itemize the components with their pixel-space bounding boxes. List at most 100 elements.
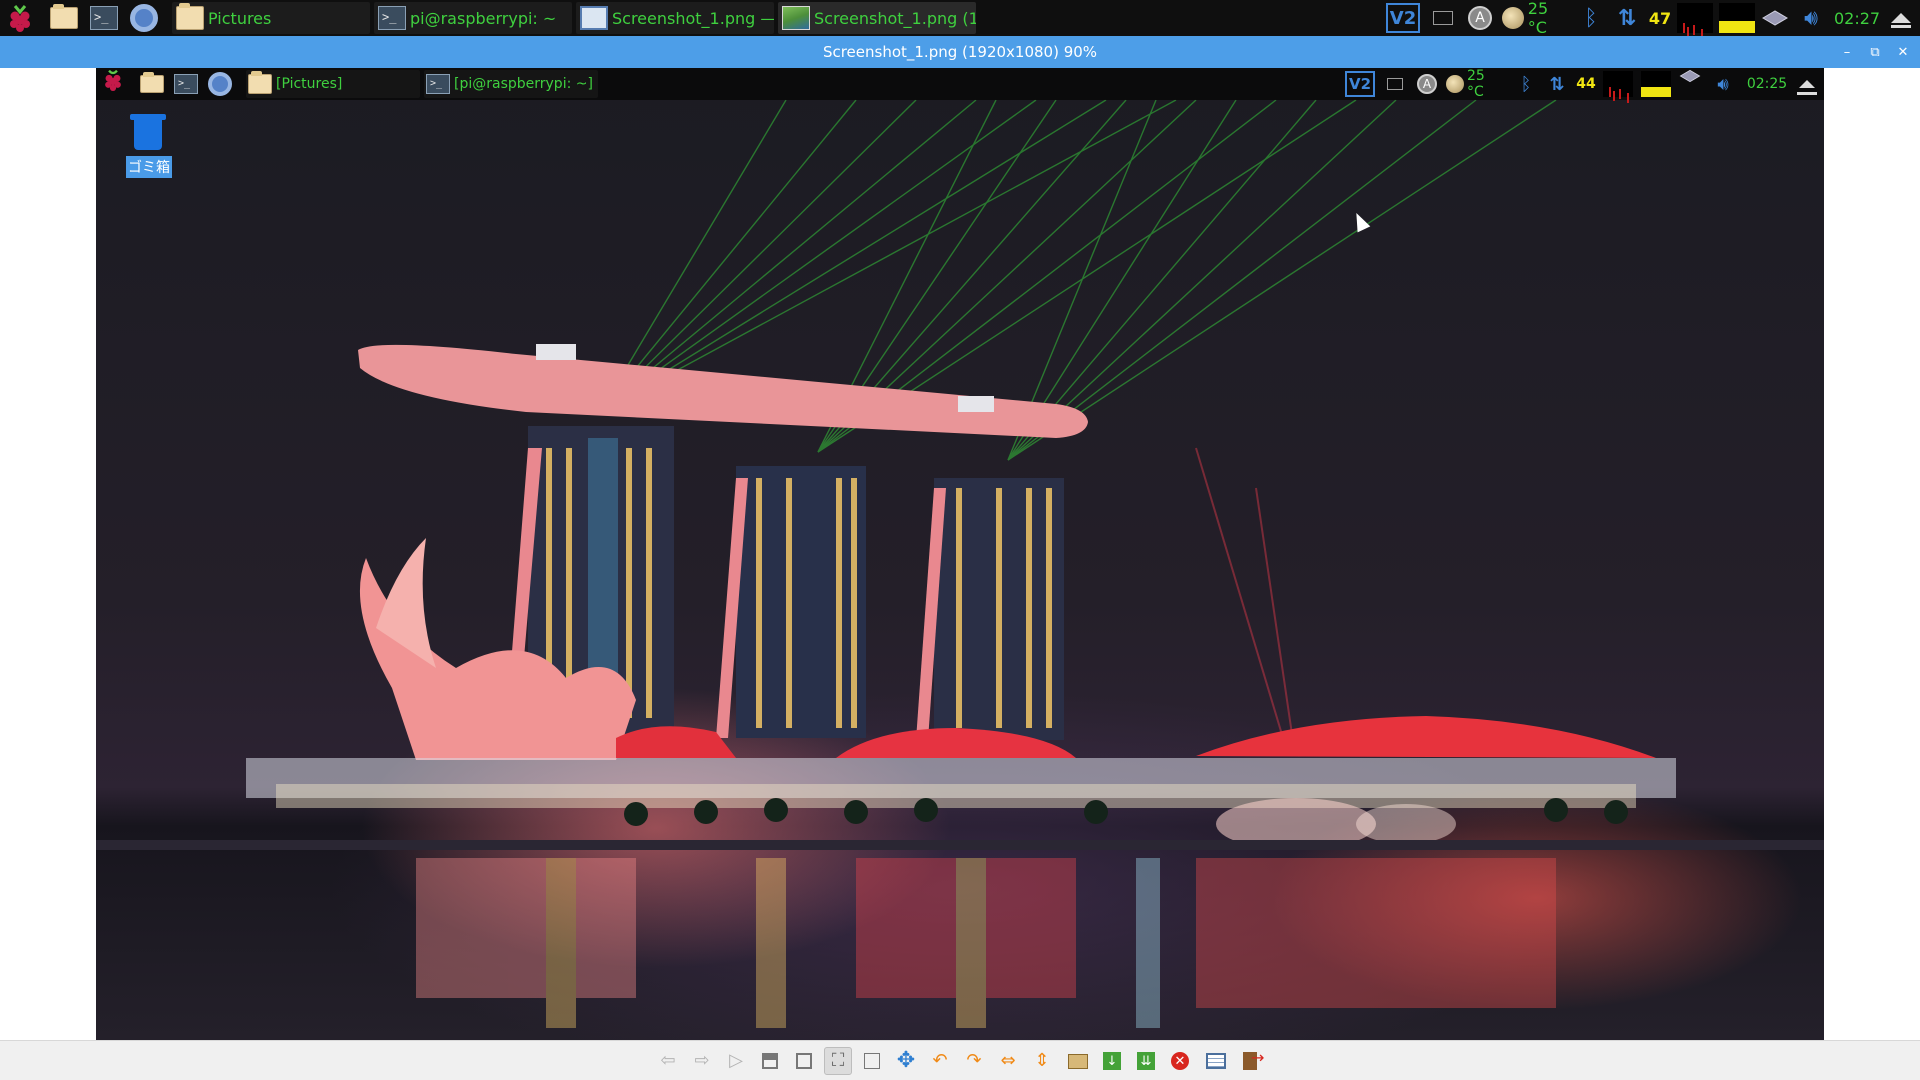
viewer-toolbar: ⇦ ⇨ ▷ ⛶ ✥ ↶ ↷ ⇔ ⇕ ↓ ⇊ ✕	[0, 1040, 1920, 1080]
delete-file-button[interactable]: ✕	[1166, 1047, 1194, 1075]
inner-cpu-number-text: 44	[1576, 76, 1596, 92]
eject-tray[interactable]	[1888, 0, 1914, 36]
quit-button[interactable]	[1236, 1047, 1264, 1075]
flip-vertical-button[interactable]: ⇕	[1028, 1047, 1056, 1075]
task-image-viewer[interactable]: Screenshot_1.png (19...	[778, 2, 976, 34]
chromium-icon	[130, 4, 158, 32]
terminal-launcher[interactable]: >_	[90, 3, 122, 33]
window-title: Screenshot_1.png (1920x1080) 90%	[822, 43, 1098, 61]
input-method-icon: A	[1468, 6, 1492, 30]
disk-icon	[1762, 10, 1788, 26]
bluetooth-tray[interactable]: ᛒ	[1580, 0, 1602, 36]
fullscreen-button[interactable]: ✥	[892, 1047, 920, 1075]
keyboard-icon	[1433, 11, 1453, 25]
cpu-temp-icon	[1446, 75, 1464, 93]
task-pictures[interactable]: Pictures	[172, 2, 370, 34]
zoom-out-button[interactable]	[756, 1047, 784, 1075]
terminal-icon: >_	[426, 74, 450, 94]
keyboard-tray[interactable]	[1430, 0, 1456, 36]
inner-cpu-temperature: 25 °C	[1466, 68, 1485, 100]
cpu-number-text: 47	[1648, 8, 1672, 28]
raspberry-menu-button[interactable]	[6, 3, 38, 33]
rotate-right-icon: ↷	[966, 1050, 982, 1071]
folder-icon	[248, 71, 272, 94]
task-label: Screenshot_1.png (19...	[814, 8, 976, 28]
inner-network: ⇅	[1544, 68, 1570, 100]
rotate-right-button[interactable]: ↷	[960, 1047, 988, 1075]
taskbar: >_ Pictures >_ pi@raspberrypi: ~ Screens…	[0, 0, 1920, 37]
raspberry-icon	[10, 5, 30, 32]
next-image-button[interactable]: ⇨	[688, 1047, 716, 1075]
zoom-in-icon	[796, 1053, 812, 1069]
save-as-icon: ⇊	[1137, 1052, 1155, 1070]
inner-raspberry-menu	[102, 68, 130, 100]
rotate-left-button[interactable]: ↶	[926, 1047, 954, 1075]
flip-horizontal-button[interactable]: ⇔	[994, 1047, 1022, 1075]
input-method-icon: A	[1417, 74, 1437, 94]
terminal-icon: >_	[174, 74, 198, 94]
inner-taskbar: >_ [Pictures] >_ [pi@raspberrypi: ~] V2 …	[96, 68, 1824, 100]
inner-clock-text: 02:25	[1746, 76, 1788, 92]
inner-cpu-temp: 25 °C	[1446, 68, 1506, 100]
screenshot-image: >_ [Pictures] >_ [pi@raspberrypi: ~] V2 …	[96, 68, 1824, 1040]
network-icon: ⇅	[1549, 73, 1565, 95]
cpu-temp-tray: 25 °C	[1502, 0, 1572, 37]
volume-tray[interactable]: 🔊︎	[1796, 0, 1826, 36]
save-as-button[interactable]: ⇊	[1132, 1047, 1160, 1075]
input-method-tray[interactable]: A	[1466, 0, 1494, 36]
folder-icon	[50, 4, 78, 29]
disk-icon	[1679, 69, 1701, 83]
arrow-left-icon: ⇦	[660, 1050, 676, 1071]
file-manager-launcher[interactable]	[50, 3, 82, 33]
save-icon: ↓	[1103, 1052, 1121, 1070]
inner-disk	[1678, 68, 1704, 100]
clock[interactable]: 02:27	[1834, 0, 1880, 36]
cpu-graph-icon	[1677, 3, 1713, 33]
eject-icon	[1797, 80, 1817, 95]
preferences-icon	[1206, 1053, 1226, 1069]
maximize-button[interactable]: ⧉	[1864, 36, 1886, 68]
inner-cpu-graph	[1602, 68, 1634, 100]
fit-window-button[interactable]: ⛶	[824, 1047, 852, 1075]
cpu-graph	[1676, 0, 1714, 36]
vnc-icon: V2	[1386, 3, 1420, 33]
task-screenshot-tool[interactable]: Screenshot_1.png — ...	[576, 2, 774, 34]
minimize-button[interactable]: –	[1836, 36, 1858, 68]
previous-image-button[interactable]: ⇦	[654, 1047, 682, 1075]
open-file-button[interactable]	[1064, 1047, 1092, 1075]
original-size-button[interactable]	[858, 1047, 886, 1075]
terminal-icon: >_	[90, 6, 118, 30]
network-icon: ⇅	[1617, 5, 1637, 31]
arrow-right-icon: ⇨	[694, 1050, 710, 1071]
close-button[interactable]: ✕	[1892, 36, 1914, 68]
rotate-left-icon: ↶	[932, 1050, 948, 1071]
inner-bluetooth: ᛒ	[1516, 68, 1536, 100]
inner-file-manager	[138, 68, 166, 100]
inner-task-label: [Pictures]	[276, 76, 343, 92]
preferences-button[interactable]	[1202, 1047, 1230, 1075]
task-label: Screenshot_1.png — ...	[612, 8, 774, 28]
slideshow-button[interactable]: ▷	[722, 1047, 750, 1075]
memory-graph-icon	[1641, 71, 1671, 97]
task-label: pi@raspberrypi: ~	[410, 8, 557, 28]
exit-icon	[1243, 1050, 1264, 1070]
keyboard-icon	[1387, 78, 1403, 90]
raspberry-icon	[105, 69, 121, 91]
cpu-temperature: 25 °C	[1527, 0, 1549, 37]
zoom-in-button[interactable]	[790, 1047, 818, 1075]
fit-icon: ⛶	[831, 1050, 845, 1071]
task-terminal[interactable]: >_ pi@raspberrypi: ~	[374, 2, 572, 34]
vnc-tray[interactable]: V2	[1384, 0, 1422, 36]
window-titlebar[interactable]: Screenshot_1.png (1920x1080) 90% – ⧉ ✕	[0, 36, 1920, 68]
browser-launcher[interactable]	[130, 3, 162, 33]
terminal-icon: >_	[378, 6, 406, 30]
save-file-button[interactable]: ↓	[1098, 1047, 1126, 1075]
inner-browser	[206, 68, 234, 100]
disk-tray[interactable]	[1760, 0, 1790, 36]
folder-icon	[1068, 1053, 1088, 1069]
screenshot-icon	[580, 6, 608, 30]
inner-clock: 02:25	[1746, 68, 1788, 100]
inner-task-label: [pi@raspberrypi: ~]	[454, 76, 593, 92]
marina-bay-sands-photo	[96, 99, 1824, 1028]
network-tray[interactable]: ⇅	[1612, 0, 1642, 36]
